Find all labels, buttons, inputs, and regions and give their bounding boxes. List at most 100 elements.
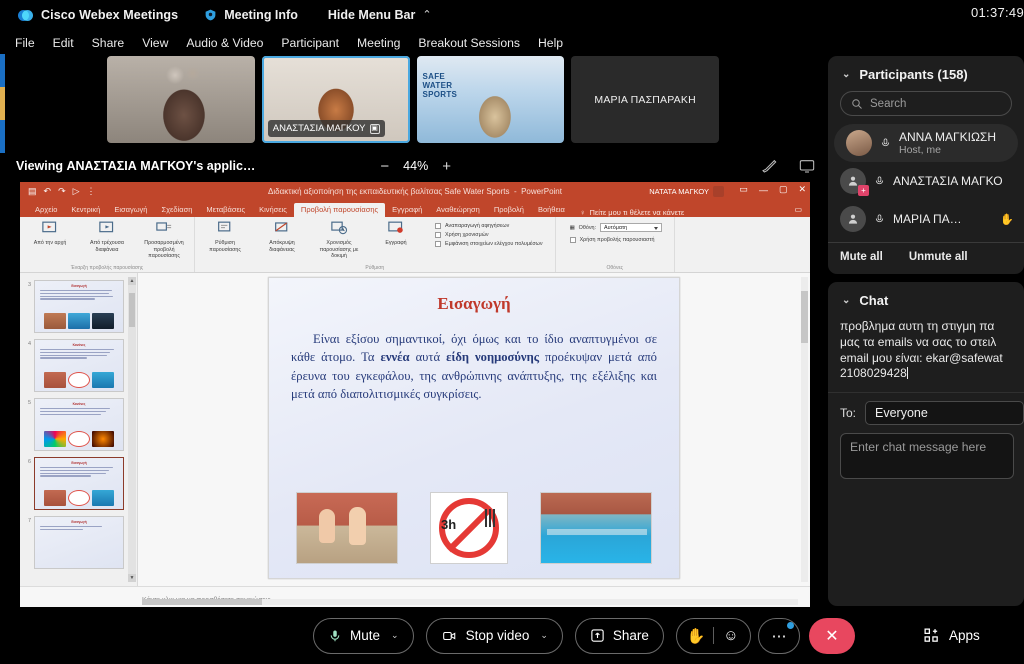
ribbon-tab-home[interactable]: Κεντρική (64, 203, 107, 217)
ribbon-tab-view[interactable]: Προβολή (487, 203, 531, 217)
checkbox-play-narrations[interactable]: Αναπαραγωγή αφηγήσεων (435, 223, 543, 229)
checkbox-show-media-controls[interactable]: Εμφάνιση στοιχείων ελέγχου πολυμέσων (435, 241, 543, 247)
monitor-dropdown[interactable]: Αυτόματη (600, 223, 663, 232)
slide-thumb-7[interactable]: Εισαγωγή (34, 516, 124, 569)
slide-thumbnail-item[interactable]: 4 Κανόνες (20, 336, 137, 395)
ribbon-button-rehearse-timings[interactable]: Χρονισμός παρουσίασης με δοκιμή (315, 219, 363, 260)
scrollbar-thumb[interactable] (129, 293, 135, 327)
slide-thumbnail-item[interactable]: 3 Εισαγωγή (20, 277, 137, 336)
display-screen-icon[interactable] (799, 158, 815, 174)
participants-search-input[interactable]: Search (840, 91, 1012, 116)
menu-item-share[interactable]: Share (83, 34, 134, 52)
slide-vertical-scrollbar[interactable] (801, 277, 808, 582)
video-tile-1[interactable] (107, 56, 255, 143)
ribbon-tab-help[interactable]: Βοήθεια (531, 203, 572, 217)
chevron-down-icon[interactable]: ⌄ (842, 69, 850, 80)
ribbon-tab-slideshow[interactable]: Προβολή παρουσίασης (293, 203, 386, 217)
ribbon-button-record[interactable]: Εγγραφή (372, 219, 420, 247)
restore-icon[interactable]: ▭ (739, 184, 748, 195)
unmute-all-button[interactable]: Unmute all (909, 251, 968, 263)
current-slide[interactable]: Εισαγωγή Είναι εξίσου σημαντικοί, όχι όμ… (268, 277, 680, 579)
stop-video-button[interactable]: Stop video ⌄ (425, 617, 563, 654)
checkbox-use-timings[interactable]: Χρήση χρονισμών (435, 232, 543, 238)
video-tile-2-active-speaker[interactable]: ΑΝΑΣΤΑΣΙΑ ΜΑΓΚΟΥ ▣ (261, 56, 410, 143)
menu-item-meeting[interactable]: Meeting (348, 34, 409, 52)
children-swimming-pool-image[interactable] (540, 492, 652, 564)
menu-item-help[interactable]: Help (529, 34, 572, 52)
ribbon-button-hide-slide[interactable]: Απόκρυψη διαφάνειας (258, 219, 306, 253)
menu-item-file[interactable]: File (6, 34, 44, 52)
menu-item-breakout-sessions[interactable]: Breakout Sessions (409, 34, 529, 52)
hide-menu-bar-button[interactable]: Hide Menu Bar ⌃ (328, 8, 432, 22)
slide-thumb-6[interactable]: Εισαγωγή (34, 457, 124, 510)
no-eating-3h-before-swim-sign[interactable]: 3h (430, 492, 508, 564)
slide-thumb-4[interactable]: Κανόνες (34, 339, 124, 392)
close-icon[interactable]: ✕ (798, 184, 806, 195)
menu-item-edit[interactable]: Edit (44, 34, 83, 52)
checkbox-presenter-view[interactable]: Χρήση προβολής παρουσιαστή (569, 237, 662, 243)
menu-item-audio-video[interactable]: Audio & Video (177, 34, 272, 52)
zoom-in-button[interactable]: + (442, 158, 451, 175)
ribbon-share-icon[interactable]: ▭ (794, 205, 802, 214)
end-meeting-button[interactable]: ✕ (808, 617, 855, 654)
avatar (713, 186, 724, 197)
more-options-button[interactable]: ⋯ (757, 617, 800, 654)
mute-button[interactable]: Mute ⌄ (313, 617, 414, 654)
ribbon-tab-animations[interactable]: Κινήσεις (252, 203, 294, 217)
ribbon-tab-transitions[interactable]: Μεταβάσεις (199, 203, 252, 217)
mic-muted-icon[interactable] (874, 175, 885, 187)
participant-row-host[interactable]: ΑΝΝΑ ΜΑΓΚΙΩΣΗ Host, me (834, 124, 1018, 162)
mute-label: Mute (350, 628, 381, 643)
chevron-down-icon[interactable]: ⌄ (540, 630, 548, 641)
slide-horizontal-scrollbar[interactable] (142, 599, 798, 605)
ribbon-tab-file[interactable]: Αρχείο (28, 203, 64, 217)
ribbon-tab-review[interactable]: Αναθεώρηση (429, 203, 487, 217)
ribbon-button-from-beginning[interactable]: Από την αρχή (26, 219, 74, 247)
annotate-pen-icon[interactable] (761, 158, 777, 174)
chat-header[interactable]: ⌄ Chat (828, 282, 1024, 317)
slide-thumbnail-item[interactable]: 5 Κανόνες (20, 395, 137, 454)
chevron-down-icon[interactable]: ⌄ (391, 630, 399, 641)
ribbon-button-from-current-slide[interactable]: Από τρέχουσα διαφάνεια (83, 219, 131, 253)
slide-editing-pane[interactable]: Εισαγωγή Είναι εξίσου σημαντικοί, όχι όμ… (138, 273, 810, 586)
emoji-reaction-icon[interactable]: ☺ (714, 627, 748, 644)
slide-thumbnail-pane[interactable]: 3 Εισαγωγή 4 Κανόνες 5 Κανόνες 6 Εισαγωγ… (20, 273, 138, 586)
video-tile-4-name-only[interactable]: ΜΑΡΙΑ ΠΑΣΠΑΡΑΚΗ (571, 56, 719, 143)
participant-row-3[interactable]: ΜΑΡΙΑ ΠΑ… ✋ (828, 200, 1024, 238)
slide-thumb-5[interactable]: Κανόνες (34, 398, 124, 451)
chat-message-input[interactable]: Enter chat message here (840, 433, 1014, 480)
scroll-down-icon[interactable]: ▼ (128, 574, 136, 582)
ribbon-button-custom-slideshow[interactable]: Προσαρμοσμένη προβολή παρουσίασης (140, 219, 188, 260)
ribbon-tab-recording[interactable]: Εγγραφή (385, 203, 429, 217)
meeting-info-button[interactable]: Meeting Info (204, 8, 298, 22)
mic-muted-icon[interactable] (880, 137, 891, 149)
zoom-out-button[interactable]: − (380, 158, 389, 175)
participant-row-2[interactable]: + ΑΝΑΣΤΑΣΙΑ ΜΑΓΚΟ (828, 162, 1024, 200)
ribbon-tab-design[interactable]: Σχεδίαση (154, 203, 199, 217)
apps-button[interactable]: Apps (923, 627, 980, 644)
mute-all-button[interactable]: Mute all (840, 251, 883, 263)
minimize-icon[interactable]: — (759, 185, 768, 195)
shared-powerpoint-window[interactable]: ▤ ↶ ↷ ▷ ⋮ Διδακτική αξιοποίηση της εκπαι… (20, 182, 810, 607)
menu-item-participant[interactable]: Participant (272, 34, 348, 52)
pin-icon[interactable]: ▣ (369, 123, 380, 134)
slide-thumbnail-item-selected[interactable]: 6 Εισαγωγή (20, 454, 137, 513)
children-shower-image[interactable] (296, 492, 398, 564)
powerpoint-account[interactable]: ΝΑΤΑΤΑ ΜΑΓΚΟΥ (649, 186, 724, 197)
chevron-down-icon[interactable]: ⌄ (842, 295, 850, 306)
raise-hand-icon[interactable]: ✋ (679, 627, 713, 645)
maximize-icon[interactable]: ▢ (779, 184, 788, 195)
slide-thumb-3[interactable]: Εισαγωγή (34, 280, 124, 333)
tell-me-search[interactable]: ♀ Πείτε μου τι θέλετε να κάνετε (580, 208, 684, 217)
participants-header[interactable]: ⌄ Participants (158) (828, 56, 1024, 91)
menu-item-view[interactable]: View (133, 34, 177, 52)
chat-recipient-dropdown[interactable]: Everyone (865, 401, 1024, 426)
ribbon-button-setup-show[interactable]: Ρύθμιση παρουσίασης (201, 219, 249, 253)
video-tile-3[interactable]: SAFE WATER SPORTS (416, 56, 565, 143)
share-button[interactable]: Share (574, 617, 664, 654)
slide-thumbnail-item[interactable]: 7 Εισαγωγή (20, 513, 137, 572)
scroll-up-icon[interactable]: ▲ (128, 277, 136, 285)
mic-muted-icon[interactable] (874, 213, 885, 225)
ribbon-tab-insert[interactable]: Εισαγωγή (107, 203, 154, 217)
thumbnail-scrollbar[interactable]: ▲ ▼ (128, 277, 136, 582)
